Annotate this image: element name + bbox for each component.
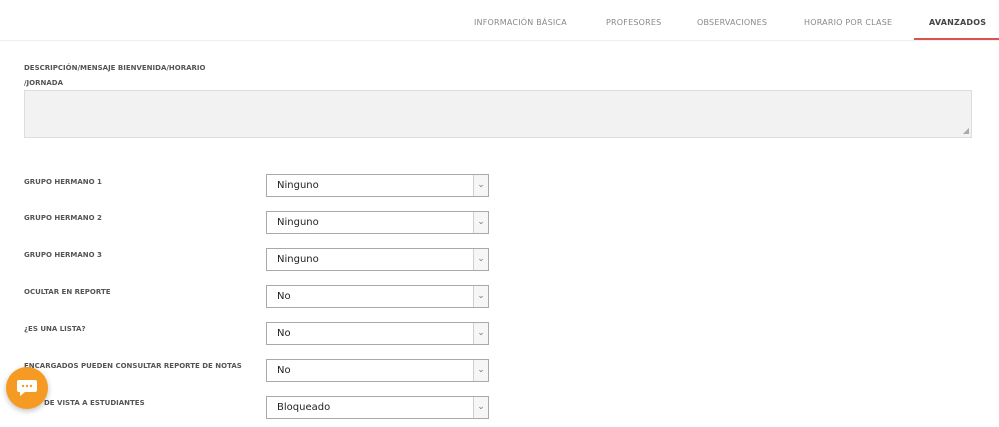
description-label-line2: /JORNADA	[24, 79, 64, 87]
tab-informacion-basica[interactable]: INFORMACIÓN BÁSICA	[474, 0, 567, 40]
grupo-hermano-3-label: GRUPO HERMANO 3	[24, 251, 102, 259]
description-textarea[interactable]: ◢	[24, 90, 972, 138]
chevron-down-icon: ⌄	[473, 397, 488, 418]
encargados-consultar-notas-label: ENCARGADOS PUEDEN CONSULTAR REPORTE DE N…	[24, 362, 242, 370]
tab-horario-por-clase[interactable]: HORARIO POR CLASE	[804, 0, 892, 40]
grupo-hermano-3-value: Ninguno	[277, 254, 319, 265]
es-una-lista-value: No	[277, 328, 291, 339]
active-tab-indicator	[914, 38, 999, 40]
grupo-hermano-2-value: Ninguno	[277, 217, 319, 228]
chevron-down-icon: ⌄	[473, 249, 488, 270]
ocultar-en-reporte-label: OCULTAR EN REPORTE	[24, 288, 111, 296]
resize-handle-icon[interactable]: ◢	[963, 127, 969, 135]
grupo-hermano-3-select[interactable]: Ninguno ⌄	[266, 248, 489, 271]
chevron-down-icon: ⌄	[473, 323, 488, 344]
grupo-hermano-1-label: GRUPO HERMANO 1	[24, 178, 102, 186]
encargados-consultar-notas-value: No	[277, 365, 291, 376]
vista-estudiantes-label: DE VISTA A ESTUDIANTES	[44, 399, 145, 407]
chevron-down-icon: ⌄	[473, 212, 488, 233]
ocultar-en-reporte-select[interactable]: No ⌄	[266, 285, 489, 308]
chevron-down-icon: ⌄	[473, 286, 488, 307]
description-label: DESCRIPCIÓN/MENSAJE BIENVENIDA/HORARIO /…	[24, 61, 224, 91]
es-una-lista-select[interactable]: No ⌄	[266, 322, 489, 345]
grupo-hermano-2-select[interactable]: Ninguno ⌄	[266, 211, 489, 234]
grupo-hermano-1-select[interactable]: Ninguno ⌄	[266, 174, 489, 197]
vista-estudiantes-value: Bloqueado	[277, 402, 331, 413]
encargados-consultar-notas-select[interactable]: No ⌄	[266, 359, 489, 382]
grupo-hermano-1-value: Ninguno	[277, 180, 319, 191]
es-una-lista-label: ¿ES UNA LISTA?	[24, 325, 86, 333]
chat-button[interactable]	[6, 367, 48, 409]
ocultar-en-reporte-value: No	[277, 291, 291, 302]
grupo-hermano-2-label: GRUPO HERMANO 2	[24, 214, 102, 222]
tab-bar: INFORMACIÓN BÁSICA PROFESORES OBSERVACIO…	[0, 0, 999, 41]
vista-estudiantes-select[interactable]: Bloqueado ⌄	[266, 396, 489, 419]
tab-avanzados[interactable]: AVANZADOS	[929, 0, 986, 40]
tab-profesores[interactable]: PROFESORES	[606, 0, 661, 40]
tab-observaciones[interactable]: OBSERVACIONES	[697, 0, 767, 40]
chevron-down-icon: ⌄	[473, 360, 488, 381]
description-label-line1: DESCRIPCIÓN/MENSAJE BIENVENIDA/HORARIO	[24, 64, 206, 72]
chat-bubble-icon	[17, 380, 37, 396]
chevron-down-icon: ⌄	[473, 175, 488, 196]
